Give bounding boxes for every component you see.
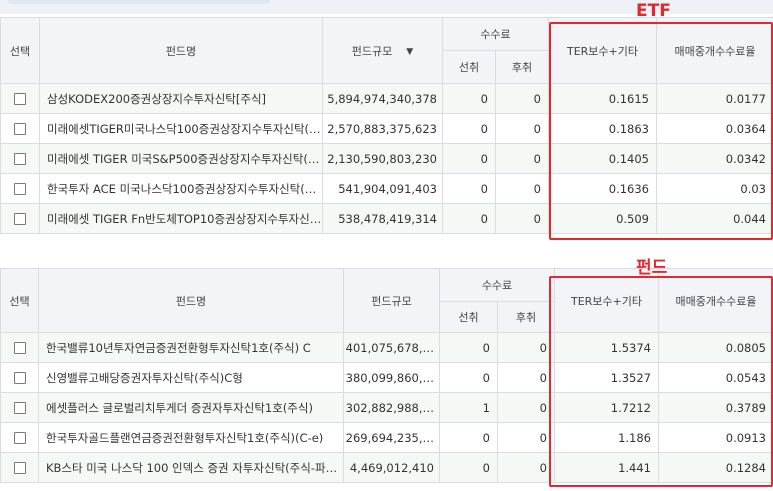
fund-name-cell[interactable]: 미래에셋TIGER미국나스닥100증권상장지수투자신탁(주식) (39, 113, 323, 144)
row-checkbox[interactable] (13, 402, 26, 414)
back-load-cell: 0 (497, 362, 555, 393)
fund-size-cell: 269,694,235,… (343, 422, 440, 453)
fund-name-cell[interactable]: 에셋플러스 글로벌리치투게더 증권자투자신탁1호(주식) (38, 392, 344, 423)
back-load-cell: 0 (497, 332, 555, 363)
row-select-cell (0, 113, 40, 144)
front-load-cell: 0 (439, 422, 498, 453)
fund-size-cell: 380,099,860,… (343, 362, 440, 393)
back-load-header: 후취 (495, 50, 549, 84)
back-load-cell: 0 (495, 83, 549, 114)
front-load-cell: 0 (439, 362, 498, 393)
row-select-cell (0, 422, 39, 453)
front-load-cell: 1 (439, 392, 498, 423)
front-load-cell: 0 (442, 173, 496, 204)
row-select-cell (0, 362, 39, 393)
fund-fee-highlight-box (549, 276, 773, 487)
fund-annotation-label: 펀드 (636, 258, 668, 278)
fund-name-cell[interactable]: 한국밸류10년투자연금증권전환형투자신탁1호(주식) C (38, 332, 344, 363)
row-select-cell (0, 203, 40, 234)
fund-name-cell[interactable]: 미래에셋 TIGER Fn반도체TOP10증권상장지수투자신탁(주식) (39, 203, 323, 234)
fund-name-cell[interactable]: 삼성KODEX200증권상장지수투자신탁[주식] (39, 83, 323, 114)
row-checkbox[interactable] (13, 462, 26, 474)
fund-name-cell[interactable]: KB스타 미국 나스닥 100 인덱스 증권 자투자신탁(주식-파생형) (38, 452, 344, 483)
row-checkbox[interactable] (14, 213, 26, 225)
row-checkbox[interactable] (14, 93, 26, 105)
front-load-header: 선취 (439, 301, 498, 333)
fund-size-header[interactable]: 펀드규모 (343, 268, 440, 333)
fund-name-cell[interactable]: 한국투자골드플랜연금증권전환형투자신탁1호(주식)(C-e) (38, 422, 344, 453)
row-checkbox[interactable] (14, 153, 26, 165)
fund-size-cell: 541,904,091,403 (322, 173, 443, 204)
row-select-cell (0, 83, 40, 114)
fund-name-cell[interactable]: 한국투자 ACE 미국나스닥100증권상장지수투자신탁(주식) (39, 173, 323, 204)
row-checkbox[interactable] (13, 432, 26, 444)
fund-size-cell: 401,075,678,… (343, 332, 440, 363)
fund-size-cell: 4,469,012,410 (343, 452, 440, 483)
triangle-down-icon[interactable]: ▼ (406, 47, 413, 57)
etf-fee-highlight-box (549, 22, 773, 240)
etf-annotation-label: ETF (636, 1, 671, 21)
front-load-cell: 0 (439, 452, 498, 483)
fund-name-header[interactable]: 펀드명 (38, 268, 344, 333)
front-load-cell: 0 (439, 332, 498, 363)
front-load-header: 선취 (442, 50, 496, 84)
fund-name-header[interactable]: 펀드명 (39, 17, 323, 84)
fund-name-cell[interactable]: 미래에셋 TIGER 미국S&P500증권상장지수투자신탁(주식) (39, 143, 323, 174)
fee-header: 수수료 (442, 17, 549, 51)
row-select-cell (0, 452, 39, 483)
fund-size-cell: 302,882,988,… (343, 392, 440, 423)
back-load-cell: 0 (495, 113, 549, 144)
select-header: 선택 (0, 17, 40, 84)
top-tab-edge (8, 0, 270, 4)
row-checkbox[interactable] (13, 342, 26, 354)
fund-name-cell[interactable]: 신영밸류고배당증권자투자신탁(주식)C형 (38, 362, 344, 393)
fund-size-cell: 2,570,883,375,623 (322, 113, 443, 144)
row-select-cell (0, 143, 40, 174)
fee-header: 수수료 (439, 268, 555, 302)
fund-size-cell: 5,894,974,340,378 (322, 83, 443, 114)
back-load-header: 후취 (497, 301, 555, 333)
front-load-cell: 0 (442, 203, 496, 234)
back-load-cell: 0 (497, 452, 555, 483)
select-header: 선택 (0, 268, 39, 333)
front-load-cell: 0 (442, 143, 496, 174)
back-load-cell: 0 (497, 422, 555, 453)
row-select-cell (0, 173, 40, 204)
fund-size-cell: 2,130,590,803,230 (322, 143, 443, 174)
back-load-cell: 0 (497, 392, 555, 423)
row-checkbox[interactable] (14, 123, 26, 135)
fund-size-header[interactable]: 펀드규모 ▼ (322, 17, 443, 84)
front-load-cell: 0 (442, 113, 496, 144)
fund-size-header-label: 펀드규모 (351, 44, 393, 58)
row-checkbox[interactable] (14, 183, 26, 195)
row-select-cell (0, 392, 39, 423)
row-checkbox[interactable] (13, 372, 26, 384)
back-load-cell: 0 (495, 173, 549, 204)
fund-size-cell: 538,478,419,314 (322, 203, 443, 234)
back-load-cell: 0 (495, 203, 549, 234)
row-select-cell (0, 332, 39, 363)
front-load-cell: 0 (442, 83, 496, 114)
back-load-cell: 0 (495, 143, 549, 174)
